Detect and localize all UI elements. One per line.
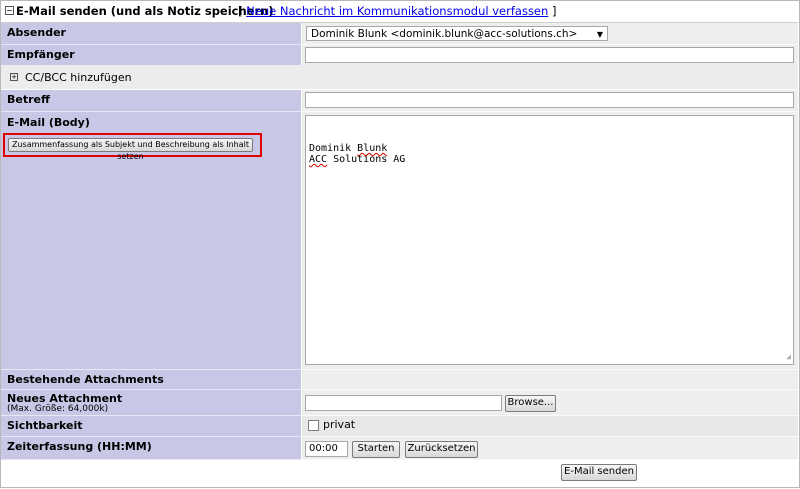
- header-link-wrap: [ Neue Nachricht im Kommunikationsmodul …: [238, 4, 556, 18]
- time-input[interactable]: 00:00: [305, 441, 348, 457]
- recipient-label-cell: Empfänger: [1, 45, 301, 66]
- body-line-1: Dominik Blunk: [309, 143, 793, 154]
- file-path-input[interactable]: [305, 395, 502, 411]
- cc-bcc-label[interactable]: CC/BCC hinzufügen: [25, 71, 132, 84]
- existing-attachments-label: Bestehende Attachments: [7, 373, 164, 386]
- sender-selected-value: Dominik Blunk <dominik.blunk@acc-solutio…: [311, 28, 578, 40]
- new-attachment-hint: (Max. Größe: 64,000k): [7, 404, 109, 414]
- sender-label-cell: Absender: [1, 23, 301, 45]
- private-checkbox[interactable]: [308, 420, 319, 431]
- visibility-label-cell: Sichtbarkeit: [1, 416, 301, 437]
- start-timer-button[interactable]: Starten: [352, 441, 400, 458]
- send-email-button[interactable]: E-Mail senden: [561, 464, 637, 481]
- set-summary-button[interactable]: Zusammenfassung als Subjekt und Beschrei…: [8, 138, 253, 161]
- body-line-2: ACC Solutions AG: [309, 154, 793, 165]
- subject-label-cell: Betreff: [1, 90, 301, 112]
- resize-grip-icon[interactable]: ◢: [786, 351, 791, 362]
- private-label[interactable]: privat: [323, 418, 355, 431]
- form-footer: [1, 460, 798, 486]
- bracket-open: [: [238, 4, 243, 18]
- sender-label: Absender: [7, 26, 66, 39]
- body-line-1-b: Blunk: [357, 143, 388, 154]
- subject-input[interactable]: [305, 92, 794, 108]
- body-line-1-a: Dominik: [309, 143, 358, 154]
- body-textarea[interactable]: Dominik Blunk ACC Solutions AG ◢: [305, 115, 794, 365]
- recipient-label: Empfänger: [7, 48, 75, 61]
- body-line-2-b: Solutions AG: [327, 154, 406, 165]
- reset-timer-button[interactable]: Zurücksetzen: [405, 441, 478, 458]
- bracket-close: ]: [551, 4, 557, 18]
- visibility-value-cell: [302, 416, 798, 437]
- existing-attachments-value-cell: [302, 370, 798, 390]
- recipient-input[interactable]: [305, 47, 794, 63]
- dropdown-arrow-icon: ▼: [596, 30, 603, 39]
- new-message-link[interactable]: Neue Nachricht im Kommunikationsmodul ve…: [246, 4, 548, 18]
- form-header: − E-Mail senden (und als Notiz speichern…: [1, 1, 798, 23]
- existing-attachments-label-cell: Bestehende Attachments: [1, 370, 301, 390]
- collapse-icon[interactable]: −: [5, 6, 14, 15]
- time-label-cell: Zeiterfassung (HH:MM): [1, 437, 301, 460]
- body-label: E-Mail (Body): [7, 116, 90, 129]
- cc-bcc-row[interactable]: + CC/BCC hinzufügen: [1, 65, 798, 89]
- new-attachment-label-cell: Neues Attachment (Max. Größe: 64,000k): [1, 390, 301, 416]
- browse-button[interactable]: Browse...: [505, 395, 556, 412]
- expand-icon[interactable]: +: [10, 73, 18, 81]
- time-label: Zeiterfassung (HH:MM): [7, 440, 152, 453]
- form-title: E-Mail senden (und als Notiz speichern): [16, 4, 274, 18]
- sender-select[interactable]: Dominik Blunk <dominik.blunk@acc-solutio…: [306, 26, 608, 41]
- visibility-label: Sichtbarkeit: [7, 419, 83, 432]
- subject-label: Betreff: [7, 93, 50, 106]
- body-line-2-a: ACC: [309, 154, 328, 165]
